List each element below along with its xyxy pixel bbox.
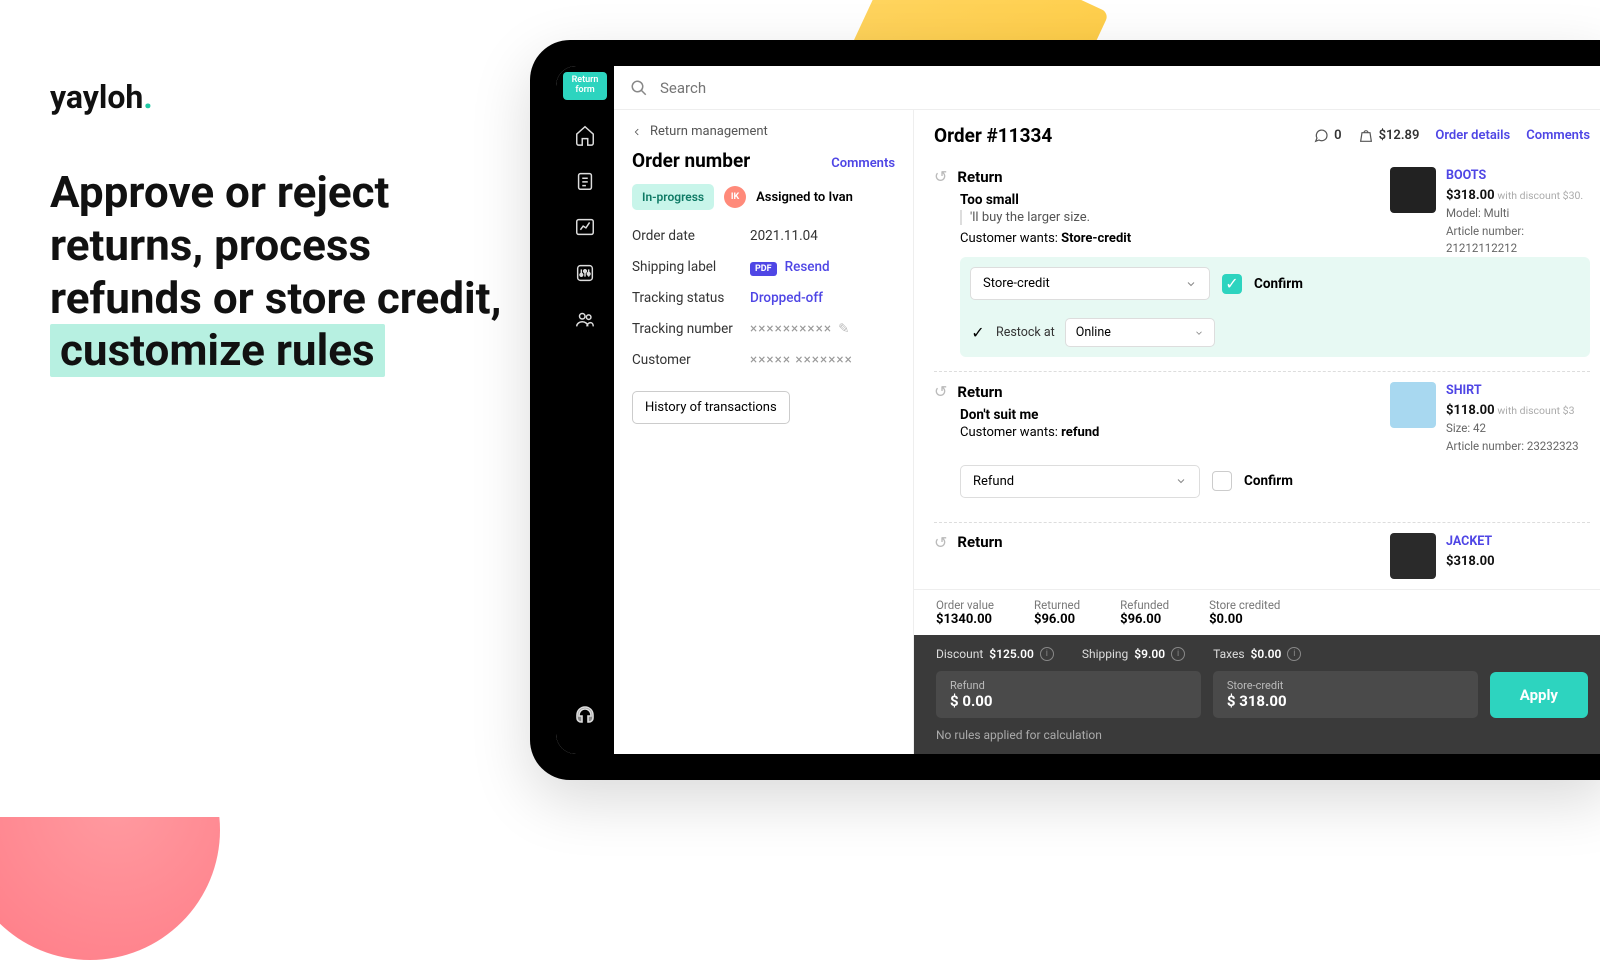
return-reason: Don't suit me xyxy=(960,407,1374,423)
tracking-number-label: Tracking number xyxy=(632,321,750,337)
product-image xyxy=(1390,382,1436,428)
info-icon[interactable]: i xyxy=(1287,647,1301,661)
hero-tagline: Approve or reject returns, process refun… xyxy=(50,166,520,377)
users-icon[interactable] xyxy=(568,302,602,336)
confirm-checkbox[interactable] xyxy=(1212,471,1232,491)
order-title: Order #11334 xyxy=(934,124,1052,147)
order-panel: Return management Order number Comments … xyxy=(614,110,914,754)
restock-checkbox[interactable]: ✓ xyxy=(970,325,986,341)
action-select[interactable]: Refund xyxy=(960,465,1200,498)
customer-value: ××××× ××××××× xyxy=(750,352,853,368)
product-info: JACKET $318.00 xyxy=(1446,533,1495,579)
confirm-label: Confirm xyxy=(1244,473,1293,489)
return-title: Return xyxy=(957,383,1002,401)
undo-icon: ↺ xyxy=(934,382,947,401)
customer-wants: Customer wants: Store-credit xyxy=(960,231,1374,246)
action-row: Refund Confirm xyxy=(960,455,1590,508)
search-bar xyxy=(614,66,1600,110)
panel-title: Order number xyxy=(632,149,750,172)
footer: Order value$1340.00 Returned$96.00 Refun… xyxy=(914,589,1600,754)
returns-panel: Order #11334 0 $12.89 Order details Comm… xyxy=(914,110,1600,754)
hero-block: yayloh. Approve or reject returns, proce… xyxy=(50,78,520,377)
breadcrumb[interactable]: Return management xyxy=(632,124,895,139)
return-form-tab[interactable]: Return form xyxy=(563,72,607,100)
content: Return management Order number Comments … xyxy=(614,110,1600,754)
device-frame: Return form Return management Order numb… xyxy=(530,40,1600,780)
pdf-badge[interactable]: PDF xyxy=(750,262,777,276)
comments-count[interactable]: 0 xyxy=(1313,128,1341,144)
info-icon[interactable]: i xyxy=(1171,647,1185,661)
chevron-left-icon xyxy=(632,127,642,137)
clipboard-icon[interactable] xyxy=(568,164,602,198)
return-card: ↺ Return Too small 'll buy the larger siz… xyxy=(934,157,1590,372)
undo-icon: ↺ xyxy=(934,533,947,552)
home-icon[interactable] xyxy=(568,118,602,152)
status-badge: In-progress xyxy=(632,184,714,210)
apply-button[interactable]: Apply xyxy=(1490,672,1588,718)
search-icon xyxy=(630,79,648,97)
main-area: Return management Order number Comments … xyxy=(614,66,1600,754)
return-note: 'll buy the larger size. xyxy=(960,210,1374,225)
resend-link[interactable]: Resend xyxy=(785,259,830,275)
product-info: BOOTS $318.00 with discount $30. Model: … xyxy=(1446,167,1590,257)
return-card: ↺ Return JACKET $318.00 xyxy=(934,523,1590,579)
support-icon[interactable] xyxy=(568,700,602,734)
tracking-status-label: Tracking status xyxy=(632,290,750,306)
sidebar: Return form xyxy=(556,66,614,754)
return-reason: Too small xyxy=(960,192,1374,208)
comments-link[interactable]: Comments xyxy=(831,156,895,171)
refund-amount-box[interactable]: Refund$ 0.00 xyxy=(936,671,1201,718)
return-title: Return xyxy=(957,168,1002,186)
customer-label: Customer xyxy=(632,352,750,368)
confirm-label: Confirm xyxy=(1254,276,1303,292)
return-title: Return xyxy=(957,533,1002,551)
order-date-value: 2021.11.04 xyxy=(750,228,818,244)
decor-pink xyxy=(0,700,220,960)
product-image xyxy=(1390,533,1436,579)
action-select[interactable]: Store-credit xyxy=(970,267,1210,300)
comments-header-link[interactable]: Comments xyxy=(1526,128,1590,143)
confirm-checkbox[interactable]: ✓ xyxy=(1222,274,1242,294)
order-weight: $12.89 xyxy=(1358,128,1420,144)
restock-select[interactable]: Online xyxy=(1065,318,1215,347)
customer-wants: Customer wants: refund xyxy=(960,425,1374,440)
product-image xyxy=(1390,167,1436,213)
restock-label: Restock at xyxy=(996,325,1055,340)
tracking-number-value: ×××××××××× xyxy=(750,321,832,337)
order-date-label: Order date xyxy=(632,228,750,244)
app-screen: Return form Return management Order numb… xyxy=(556,66,1600,754)
return-card: ↺ Return Don't suit me Customer wants: re… xyxy=(934,372,1590,523)
undo-icon: ↺ xyxy=(934,167,947,186)
returns-list: ↺ Return Too small 'll buy the larger siz… xyxy=(914,157,1600,589)
brand-logo: yayloh. xyxy=(50,78,520,116)
action-row: Store-credit ✓ Confirm ✓ Restock at Onli… xyxy=(960,257,1590,357)
chart-icon[interactable] xyxy=(568,210,602,244)
tracking-status-value[interactable]: Dropped-off xyxy=(750,290,823,306)
assignee-avatar: IK xyxy=(724,186,746,208)
order-details-link[interactable]: Order details xyxy=(1435,128,1510,143)
dark-footer: Discount $125.00 i Shipping $9.00 i Taxe… xyxy=(914,635,1600,754)
storecredit-amount-box[interactable]: Store-credit$ 318.00 xyxy=(1213,671,1478,718)
history-button[interactable]: History of transactions xyxy=(632,391,790,424)
totals-row: Order value$1340.00 Returned$96.00 Refun… xyxy=(914,590,1600,635)
settings-icon[interactable] xyxy=(568,256,602,290)
edit-icon[interactable]: ✎ xyxy=(838,321,849,337)
search-input[interactable] xyxy=(660,79,1594,97)
shipping-label-label: Shipping label xyxy=(632,259,750,275)
rules-note: No rules applied for calculation xyxy=(936,728,1588,742)
info-icon[interactable]: i xyxy=(1040,647,1054,661)
assignee-text: Assigned to Ivan xyxy=(756,190,853,205)
product-info: SHIRT $118.00 with discount $3 Size: 42 … xyxy=(1446,382,1579,455)
